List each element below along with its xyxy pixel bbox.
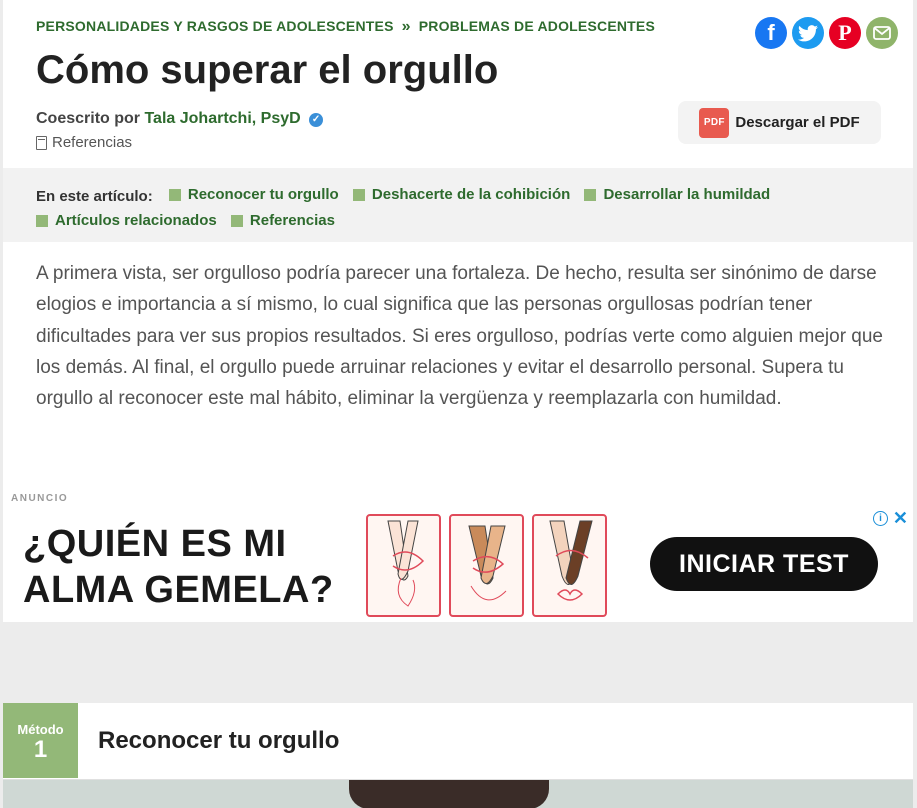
download-pdf-button[interactable]: PDF Descargar el PDF <box>678 101 881 144</box>
table-of-contents: En este artículo: Reconocer tu orgullo D… <box>3 168 913 242</box>
email-share-icon[interactable] <box>866 17 898 49</box>
method-section: Método 1 Reconocer tu orgullo <box>3 703 913 808</box>
intro-paragraph: A primera vista, ser orgulloso podría pa… <box>36 263 884 410</box>
twitter-share-icon[interactable] <box>792 17 824 49</box>
breadcrumb-separator: » <box>401 18 411 35</box>
toc-item-articulos-relacionados[interactable]: Artículos relacionados <box>36 209 217 233</box>
breadcrumb-link-problemas[interactable]: PROBLEMAS DE ADOLESCENTES <box>419 18 655 34</box>
article-header-card: PERSONALIDADES Y RASGOS DE ADOLESCENTES »… <box>3 0 913 622</box>
byline: Coescrito por Tala Johartchi, PsyD ✓ <box>36 110 324 128</box>
method-illustration <box>3 779 913 808</box>
download-pdf-label: Descargar el PDF <box>735 114 860 131</box>
document-icon <box>36 135 47 150</box>
ad-close-icon[interactable]: ✕ <box>893 508 908 529</box>
ad-hands-image-1 <box>366 514 441 617</box>
pinterest-share-icon[interactable]: P <box>829 17 861 49</box>
toc-bullet-icon <box>168 189 181 201</box>
toc-bullet-icon <box>230 215 243 227</box>
toc-bullet-icon <box>352 189 365 201</box>
method-label: Método <box>17 722 64 737</box>
ad-headline: ¿QUIÉN ES MI ALMA GEMELA? <box>23 521 334 613</box>
method-number: 1 <box>33 736 48 763</box>
method-title: Reconocer tu orgullo <box>98 727 340 754</box>
coauthor-prefix: Coescrito por <box>36 110 141 127</box>
facebook-share-icon[interactable]: f <box>755 17 787 49</box>
toc-item-label: Artículos relacionados <box>55 212 217 229</box>
ad-info-icon[interactable]: i <box>873 511 888 526</box>
toc-bullet-icon <box>36 215 48 227</box>
references-link[interactable]: Referencias <box>36 134 132 151</box>
toc-item-label: Desarrollar la humildad <box>603 186 771 203</box>
verified-badge-icon: ✓ <box>309 113 324 127</box>
author-link[interactable]: Tala Johartchi, PsyD <box>144 110 300 127</box>
toc-item-referencias[interactable]: Referencias <box>230 209 335 233</box>
toc-item-deshacerte[interactable]: Deshacerte de la cohibición <box>352 183 571 207</box>
toc-item-label: Reconocer tu orgullo <box>187 186 339 203</box>
ad-cta-button[interactable]: INICIAR TEST <box>650 537 878 591</box>
references-label: Referencias <box>52 134 133 151</box>
ad-label: ANUNCIO <box>11 493 69 504</box>
toc-item-label: Referencias <box>249 212 335 229</box>
ad-headline-line2: ALMA GEMELA? <box>23 569 334 611</box>
toc-item-reconocer[interactable]: Reconocer tu orgullo <box>168 183 339 207</box>
page-title: Cómo superar el orgullo <box>36 48 499 92</box>
ad-headline-line1: ¿QUIÉN ES MI <box>23 523 287 565</box>
pdf-icon: PDF <box>699 107 730 138</box>
breadcrumb-link-personalidades[interactable]: PERSONALIDADES Y RASGOS DE ADOLESCENTES <box>36 18 394 34</box>
breadcrumb: PERSONALIDADES Y RASGOS DE ADOLESCENTES »… <box>36 18 655 36</box>
ad-hands-image-3 <box>532 514 607 617</box>
page: PERSONALIDADES Y RASGOS DE ADOLESCENTES »… <box>0 0 917 808</box>
toc-label: En este artículo: <box>36 188 153 205</box>
ad-banner[interactable]: ¿QUIÉN ES MI ALMA GEMELA? INICIAR TEST i… <box>3 507 913 622</box>
share-bar: f P <box>755 17 898 49</box>
illustration-figure <box>349 780 549 808</box>
toc-item-label: Deshacerte de la cohibición <box>371 186 571 203</box>
method-badge: Método 1 <box>3 703 78 778</box>
toc-bullet-icon <box>584 189 597 201</box>
toc-item-desarrollar[interactable]: Desarrollar la humildad <box>584 183 770 207</box>
ad-hands-image-2 <box>449 514 524 617</box>
